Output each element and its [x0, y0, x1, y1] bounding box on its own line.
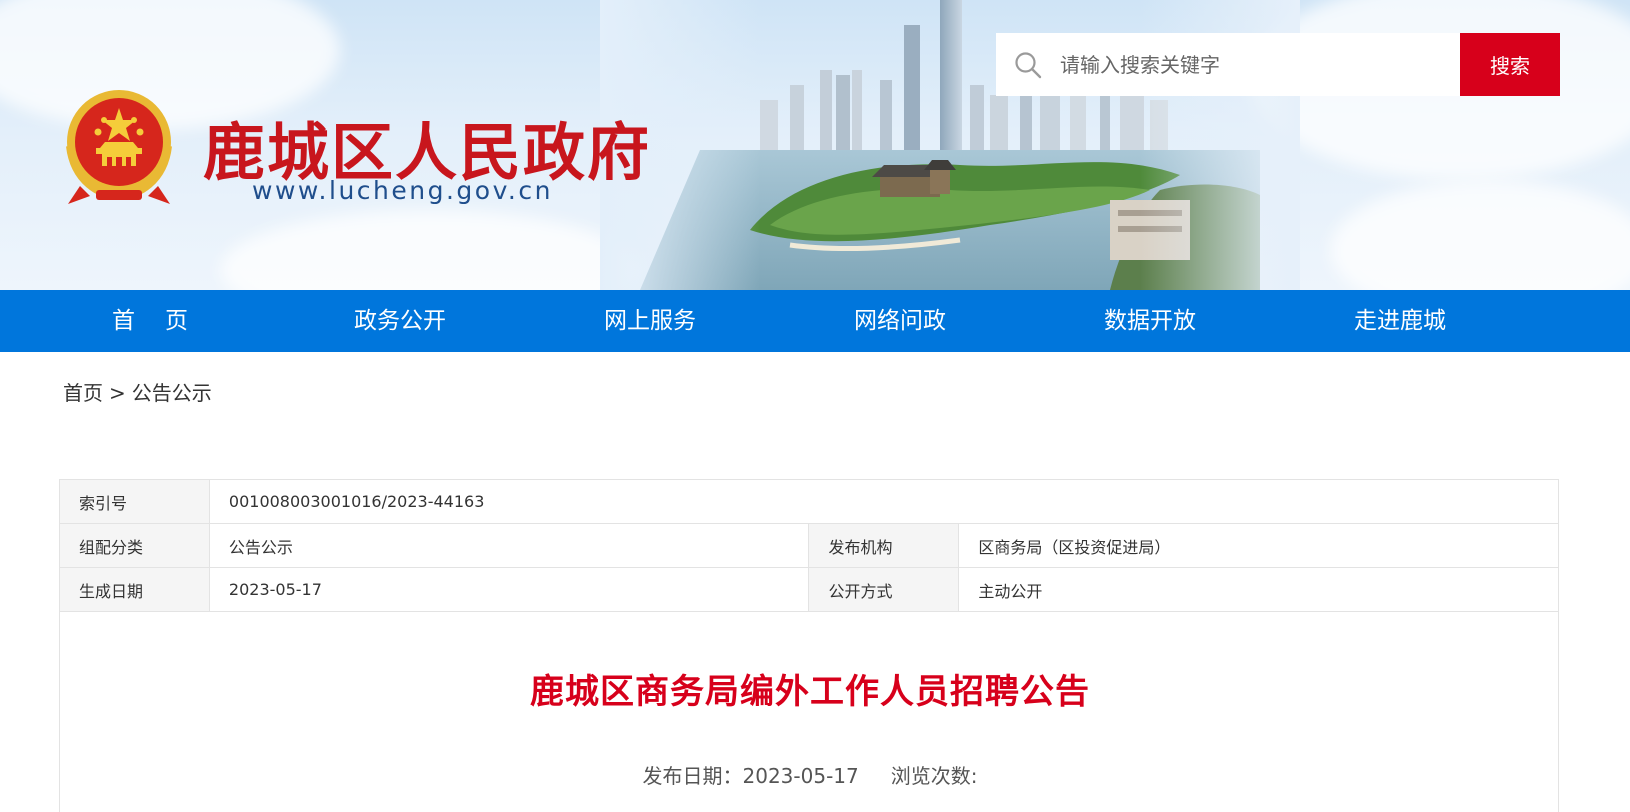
nav-item-about-lucheng[interactable]: 走进鹿城 [1275, 290, 1525, 352]
publisher-value: 区商务局（区投资促进局） [958, 523, 1559, 568]
breadcrumb-current-link[interactable]: 公告公示 [132, 381, 212, 405]
article-meta: 发布日期：2023-05-17 浏览次数: [60, 760, 1560, 789]
main-nav: 首页 政务公开 网上服务 网络问政 数据开放 走进鹿城 [0, 290, 1630, 352]
document-info-table: 索引号 001008003001016/2023-44163 组配分类 公告公示… [59, 479, 1560, 612]
publish-date-value: 2023-05-17 [742, 764, 859, 788]
index-number-label: 索引号 [59, 479, 210, 524]
generated-date-value: 2023-05-17 [208, 567, 810, 612]
category-label: 组配分类 [59, 523, 210, 568]
nav-item-gov-affairs[interactable]: 政务公开 [275, 290, 525, 352]
generated-date-label: 生成日期 [59, 567, 210, 612]
article-title: 鹿城区商务局编外工作人员招聘公告 [530, 672, 1090, 712]
disclosure-method-label: 公开方式 [808, 567, 960, 612]
category-value: 公告公示 [208, 523, 810, 568]
publisher-label: 发布机构 [808, 523, 960, 568]
search-box [996, 33, 1460, 96]
nav-item-online-services[interactable]: 网上服务 [525, 290, 775, 352]
view-count-label: 浏览次数: [890, 764, 978, 788]
article-content: 鹿城区商务局编外工作人员招聘公告 发布日期：2023-05-17 浏览次数: [59, 612, 1559, 812]
cloud-decoration [1330, 180, 1630, 290]
publish-date-label: 发布日期： [642, 764, 743, 788]
nav-item-open-data[interactable]: 数据开放 [1025, 290, 1275, 352]
breadcrumb: 首页 > 公告公示 [63, 377, 218, 406]
search-button[interactable]: 搜索 [1460, 33, 1560, 96]
index-number-value: 001008003001016/2023-44163 [208, 479, 1560, 524]
table-row: 生成日期 2023-05-17 公开方式 主动公开 [59, 567, 1559, 612]
table-row: 索引号 001008003001016/2023-44163 [59, 479, 1560, 524]
nav-item-online-inquiry[interactable]: 网络问政 [775, 290, 1025, 352]
breadcrumb-separator: > [109, 381, 126, 405]
site-url: www.lucheng.gov.cn [252, 176, 553, 205]
breadcrumb-home-link[interactable]: 首页 [63, 381, 103, 405]
header-banner: 鹿城区人民政府 www.lucheng.gov.cn 搜索 [0, 0, 1630, 290]
national-emblem-icon [66, 90, 172, 204]
search-input[interactable] [1060, 34, 1460, 95]
disclosure-method-value: 主动公开 [958, 567, 1559, 612]
nav-item-home[interactable]: 首页 [25, 290, 275, 352]
cloud-decoration [220, 210, 640, 290]
table-row: 组配分类 公告公示 发布机构 区商务局（区投资促进局） [59, 523, 1559, 568]
search-icon [1015, 51, 1042, 78]
